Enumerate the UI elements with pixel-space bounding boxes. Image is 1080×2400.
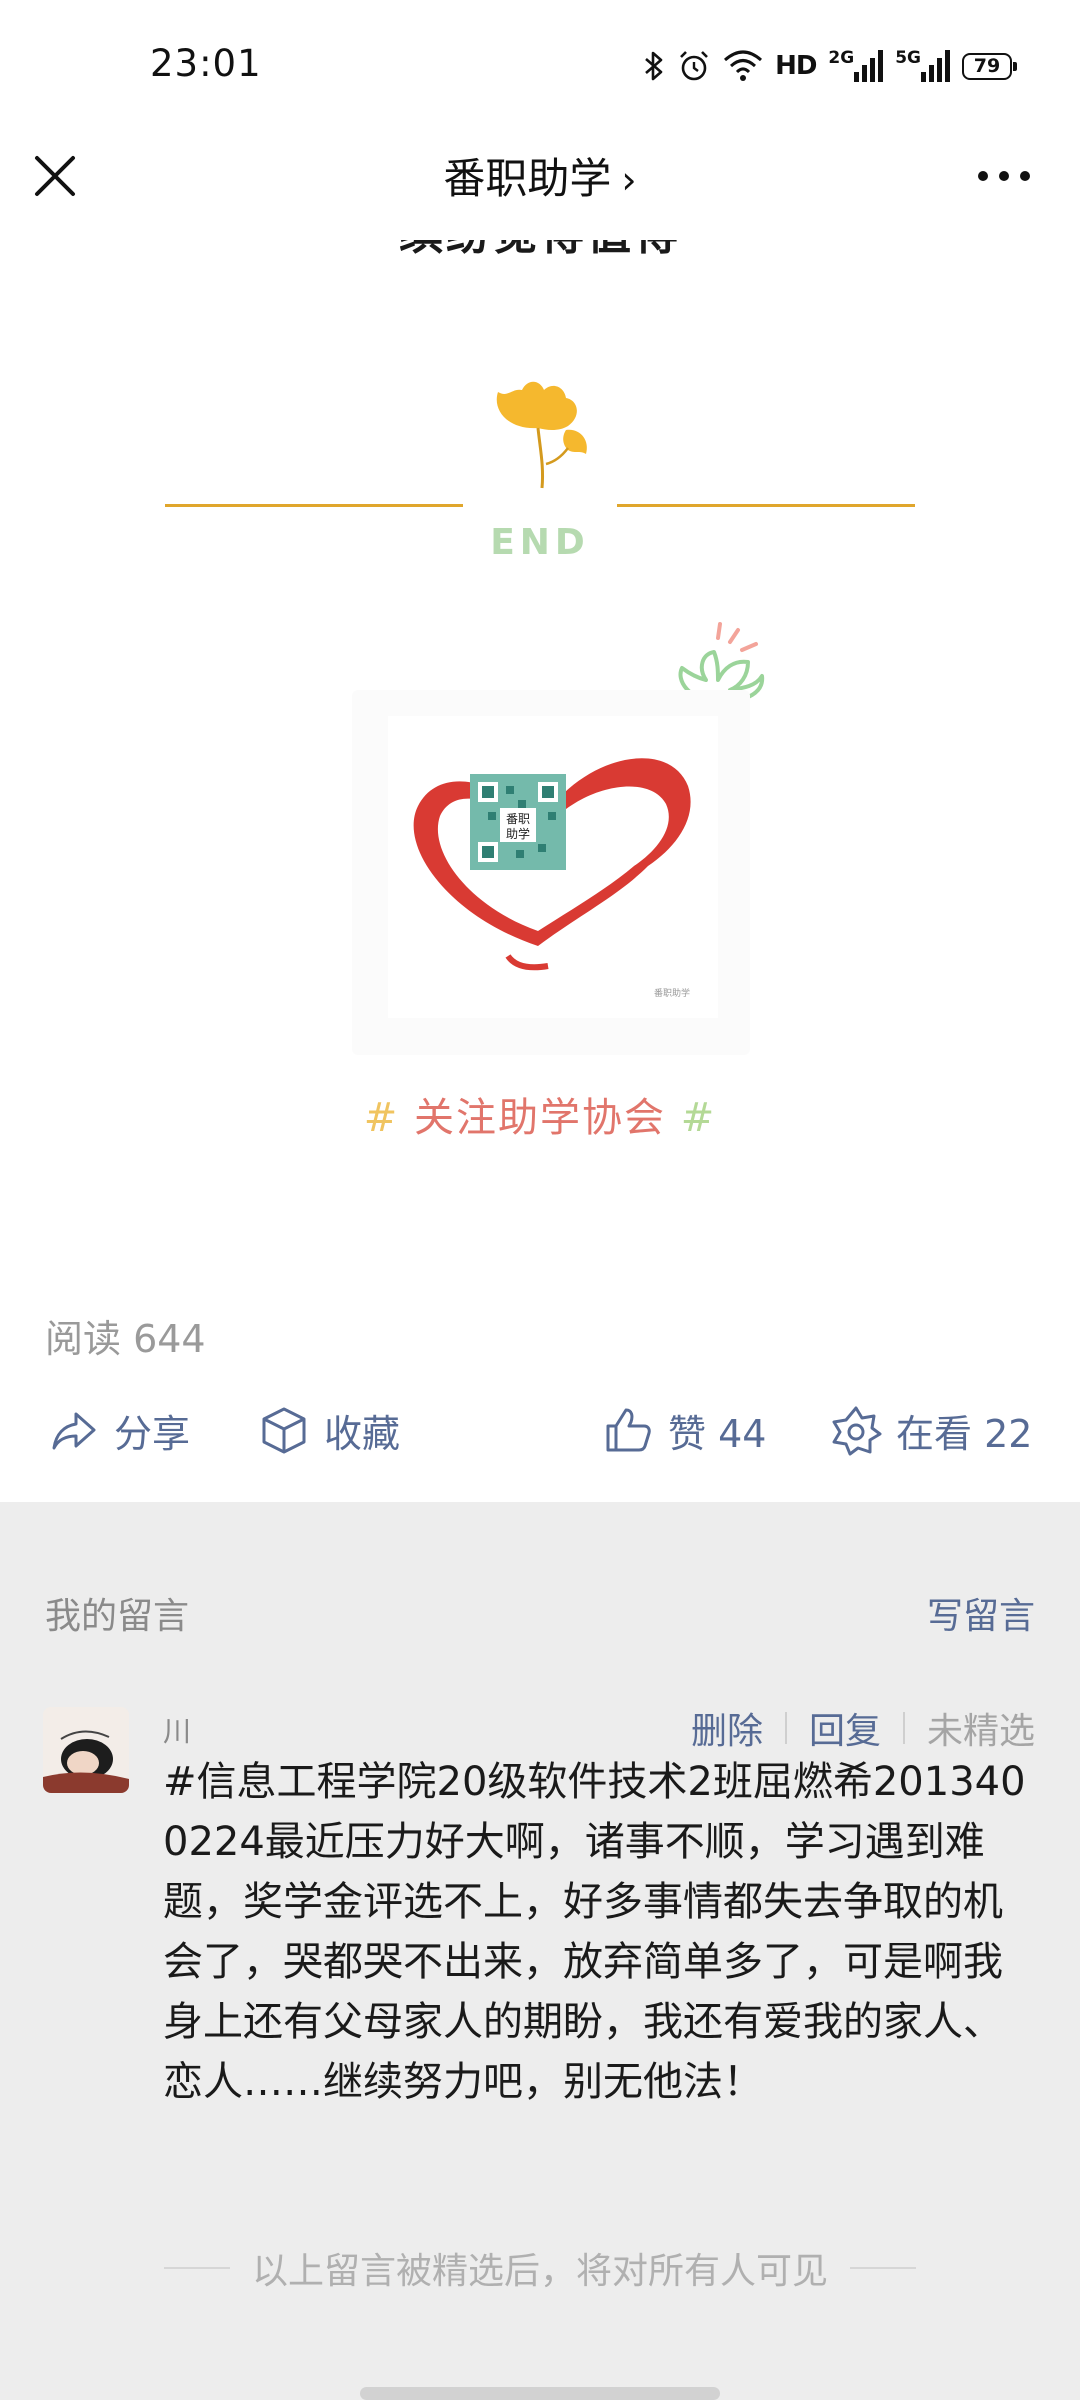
more-dot-icon <box>1020 171 1030 181</box>
flower-icon <box>832 1406 882 1456</box>
my-comments-title: 我的留言 <box>45 1596 190 1637</box>
qr-code-image: 番职 助学 番职助学 <box>388 716 718 1018</box>
account-name: 番职助学 <box>443 154 612 203</box>
favorite-label: 收藏 <box>324 1411 401 1456</box>
reply-button[interactable]: 回复 <box>809 1702 881 1754</box>
battery-icon: 79 <box>962 52 1017 80</box>
end-divider-left <box>165 504 463 507</box>
qr-center-label: 番职 <box>506 812 530 826</box>
divider <box>850 2267 916 2269</box>
status-icons: HD 2G 5G 79 <box>643 46 1017 86</box>
signal-2g-icon: 2G <box>828 50 884 82</box>
home-indicator[interactable] <box>360 2387 720 2400</box>
share-label: 分享 <box>114 1411 191 1456</box>
account-title[interactable]: 番职助学 › <box>0 145 1080 206</box>
qr-watermark: 番职助学 <box>654 987 690 999</box>
alarm-icon <box>680 51 708 81</box>
write-comment-button[interactable]: 写留言 <box>927 1587 1035 1639</box>
top-nav: 番职助学 › <box>0 135 1080 240</box>
more-dot-icon <box>999 171 1009 181</box>
ginkgo-leaf-icon <box>496 381 587 489</box>
avatar[interactable] <box>43 1707 129 1793</box>
follow-caption: # 关注助学协会 # <box>0 1085 1080 1143</box>
thumbs-up-icon <box>606 1408 651 1452</box>
end-divider-right <box>617 504 915 507</box>
divider <box>784 1712 787 1744</box>
bluetooth-icon <box>645 51 663 81</box>
read-count: 阅读 644 <box>45 1317 206 1361</box>
heart-qr-graphic: 番职 助学 番职助学 <box>413 758 691 999</box>
comment-text: #信息工程学院20级软件技术2班屈燃希2013400224最近压力好大啊，诸事不… <box>163 1759 1026 2105</box>
divider <box>902 1712 905 1744</box>
caption-hash-left: # <box>363 1095 400 1141</box>
status-bar: 23:01 HD 2G 5G 79 <box>0 0 1080 135</box>
chevron-right-icon: › <box>621 158 637 202</box>
selection-status: 未精选 <box>926 1711 1035 1752</box>
status-time: 23:01 <box>150 42 262 85</box>
svg-text:助学: 助学 <box>506 826 530 841</box>
comments-section: 我的留言 写留言 川 删除 回复 未精选 #信息工程学院20级软件技术2班屈燃希… <box>0 1502 1080 2400</box>
end-label: END <box>490 522 590 563</box>
hd-icon: HD <box>775 51 817 81</box>
wifi-icon <box>724 50 763 81</box>
more-button[interactable] <box>978 165 1030 187</box>
more-dot-icon <box>978 171 988 181</box>
like-button[interactable]: 赞 44 <box>602 1390 766 1470</box>
signal-5g-icon: 5G <box>895 50 950 82</box>
favorite-button[interactable]: 收藏 <box>258 1390 400 1470</box>
caption-text: 关注助学协会 <box>414 1095 666 1141</box>
delete-button[interactable]: 删除 <box>691 1702 763 1754</box>
caption-hash-right: # <box>680 1095 717 1141</box>
share-icon <box>52 1412 96 1450</box>
footnote-text: 以上留言被精选后，将对所有人可见 <box>251 2251 828 2292</box>
divider <box>163 2267 230 2269</box>
article-actions: 分享 收藏 赞 44 在看 22 <box>0 1390 1080 1470</box>
watching-button[interactable]: 在看 22 <box>830 1390 1032 1470</box>
comment-nickname: 川 <box>163 1715 192 1748</box>
comments-footnote: 以上留言被精选后，将对所有人可见 <box>0 2242 1080 2294</box>
like-label: 赞 44 <box>668 1411 767 1456</box>
cube-icon <box>262 1407 306 1454</box>
share-button[interactable]: 分享 <box>48 1390 190 1470</box>
avatar-image <box>43 1707 129 1793</box>
watching-label: 在看 22 <box>896 1411 1033 1456</box>
qr-code-card[interactable]: 番职 助学 番职助学 <box>352 690 750 1055</box>
comment-actions: 删除 回复 未精选 <box>691 1702 1035 1754</box>
